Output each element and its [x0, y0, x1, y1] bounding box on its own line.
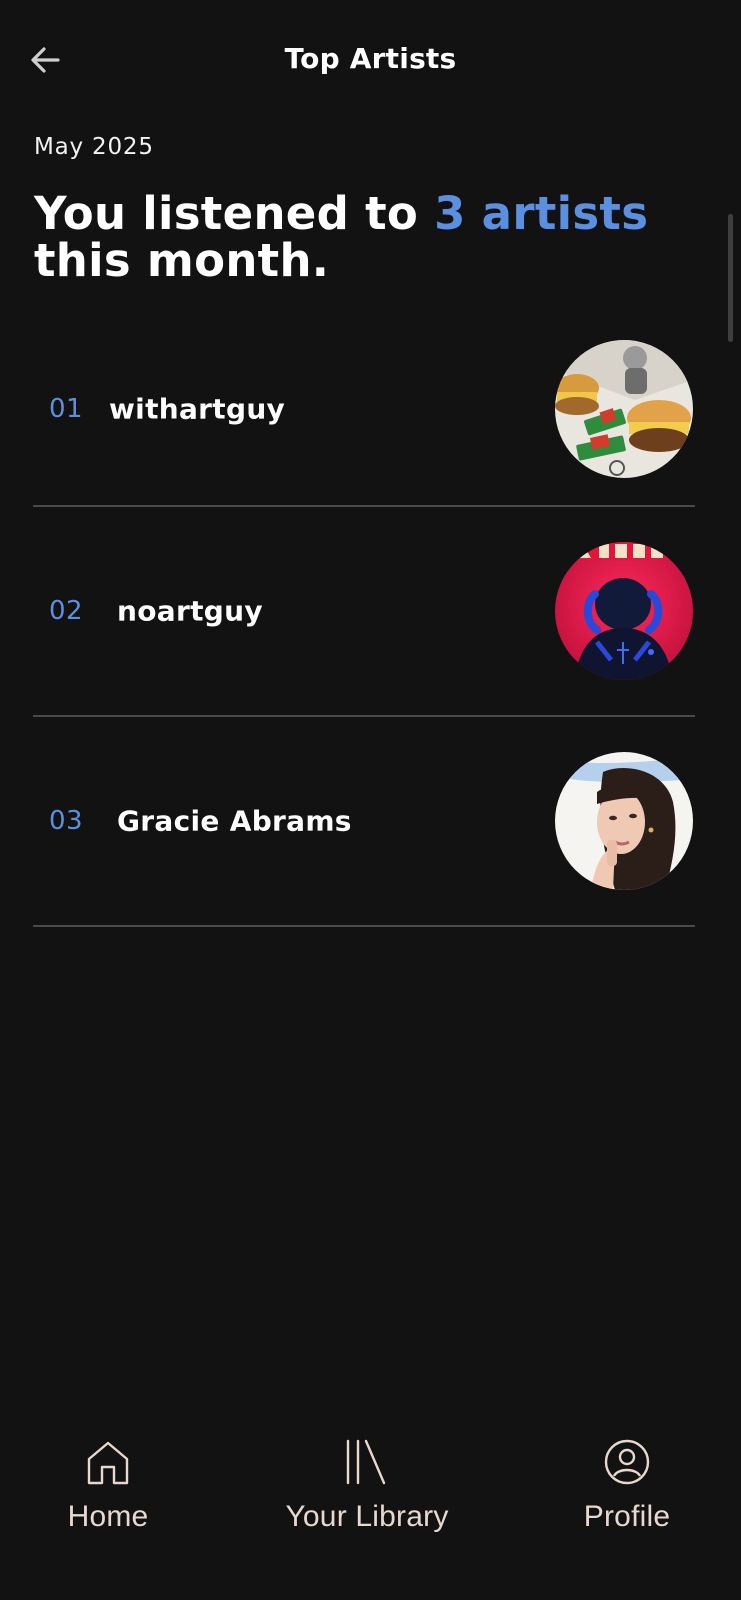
- artist-name: withartguy: [109, 392, 286, 426]
- page-title: Top Artists: [284, 42, 457, 75]
- nav-label: Your Library: [285, 1500, 449, 1533]
- summary-headline: You listened to 3 artists this month.: [34, 190, 714, 284]
- artist-name: noartguy: [117, 594, 263, 628]
- artist-name: Gracie Abrams: [117, 804, 352, 838]
- artist-avatar: [555, 340, 693, 478]
- artist-row-withartguy[interactable]: 01 withartguy: [33, 313, 695, 507]
- nav-home[interactable]: Home: [0, 1434, 218, 1584]
- bottom-navigation: Home Your Library Profile: [0, 1410, 741, 1600]
- artist-rank: 02: [49, 596, 84, 626]
- artist-row-gracie-abrams[interactable]: 03 Gracie Abrams: [33, 717, 695, 927]
- profile-icon: [599, 1434, 655, 1490]
- artist-avatar: [555, 542, 693, 680]
- headline-artist-count: 3 artists: [434, 187, 649, 240]
- artist-rank: 03: [49, 806, 84, 836]
- home-icon: [80, 1434, 136, 1490]
- headline-suffix: this month.: [34, 234, 330, 287]
- nav-profile[interactable]: Profile: [517, 1434, 737, 1584]
- artist-rank: 01: [49, 394, 84, 424]
- nav-your-library[interactable]: Your Library: [257, 1434, 477, 1584]
- artist-avatar: [555, 752, 693, 890]
- top-bar: Top Artists: [0, 0, 741, 120]
- month-label: May 2025: [34, 134, 154, 160]
- artist-row-noartguy[interactable]: 02 noartguy: [33, 507, 695, 717]
- nav-label: Profile: [583, 1500, 671, 1533]
- library-icon: [339, 1434, 395, 1490]
- headline-prefix: You listened to: [34, 187, 435, 240]
- scrollbar[interactable]: [728, 214, 733, 342]
- artist-list: 01 withartguy 02 noartguy 03 Gracie Abra…: [33, 313, 695, 927]
- nav-label: Home: [67, 1500, 149, 1533]
